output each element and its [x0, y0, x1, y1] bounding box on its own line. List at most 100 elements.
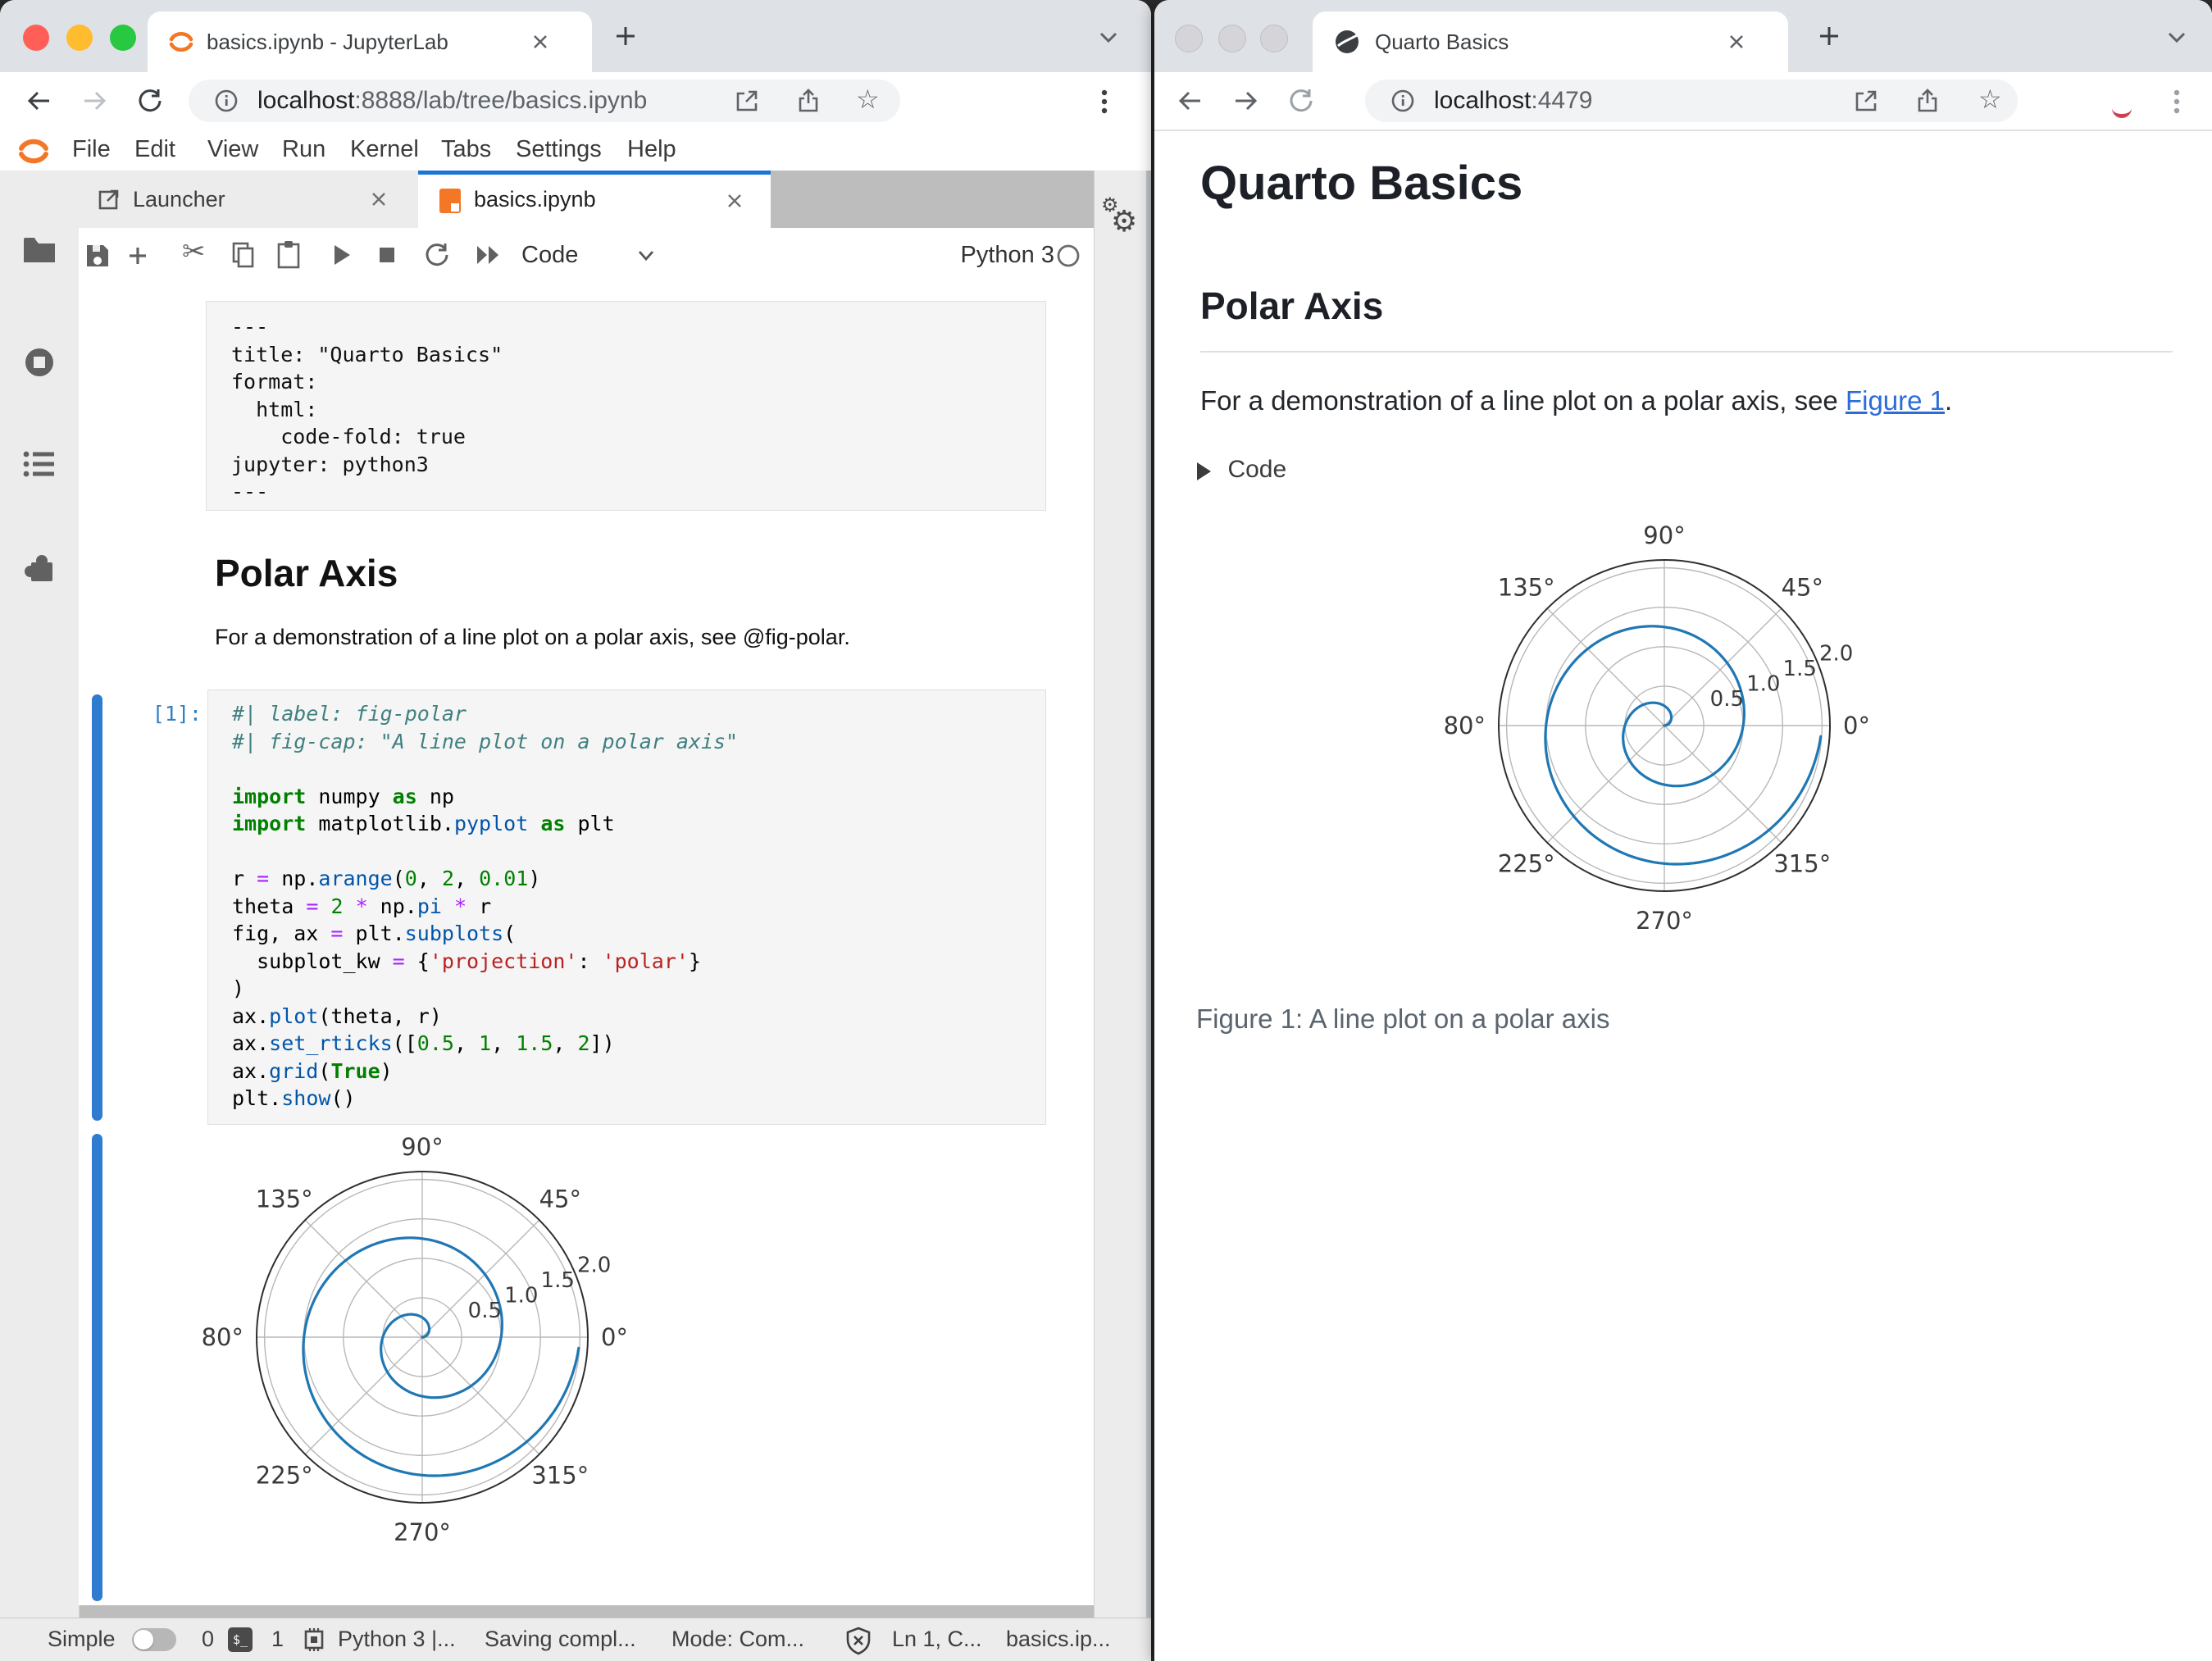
- add-cell-icon[interactable]: [125, 242, 150, 274]
- bookmark-star-icon[interactable]: ☆: [856, 84, 880, 115]
- menu-item-file[interactable]: File: [72, 130, 111, 170]
- url-host: localhost: [1434, 87, 1532, 114]
- output-cell-indicator[interactable]: [92, 1134, 102, 1601]
- property-inspector-gear-icon[interactable]: ⚙: [1111, 205, 1137, 239]
- traffic-light-minimize-button[interactable]: [66, 25, 93, 51]
- open-in-new-icon[interactable]: [735, 89, 759, 117]
- bookmark-star-icon[interactable]: ☆: [1978, 84, 2002, 115]
- open-in-new-icon[interactable]: [1854, 89, 1878, 117]
- menu-item-view[interactable]: View: [207, 130, 258, 170]
- new-tab-button[interactable]: [613, 24, 638, 52]
- figure-link[interactable]: Figure 1: [1846, 385, 1945, 416]
- menu-item-edit[interactable]: Edit: [134, 130, 175, 170]
- stop-kernel-icon[interactable]: [375, 243, 399, 271]
- window-scrollbar[interactable]: [1146, 171, 1151, 1618]
- address-bar[interactable]: localhost:8888/lab/tree/basics.ipynb ☆: [189, 80, 900, 122]
- kernel-name-label[interactable]: Python 3: [948, 228, 1054, 282]
- doc-tab-notebook[interactable]: basics.ipynb: [418, 171, 771, 232]
- jupyterlab-menubar: File Edit View Run Kernel Tabs Settings Help: [0, 130, 1151, 171]
- traffic-light-close-button[interactable]: [1175, 25, 1203, 52]
- svg-text:45°: 45°: [539, 1185, 581, 1213]
- menu-item-kernel[interactable]: Kernel: [350, 130, 419, 170]
- file-browser-icon[interactable]: [21, 234, 57, 270]
- tab-close-icon[interactable]: [531, 33, 549, 55]
- restart-kernel-icon[interactable]: [423, 241, 451, 273]
- cell-type-dropdown[interactable]: Code: [521, 228, 578, 282]
- tab-search-chevron-icon[interactable]: [2165, 30, 2188, 50]
- raw-yaml-cell[interactable]: --- title: "Quarto Basics" format: html: c…: [206, 301, 1046, 511]
- code-lines: #| label: fig-polar #| fig-cap: "A line p…: [232, 702, 739, 1110]
- copy-cell-icon[interactable]: [230, 240, 257, 274]
- restart-run-all-icon[interactable]: [474, 241, 503, 273]
- notebook-output-plot: 0° 45° 90° 135° 180° 225° 270° 315° 0.51.01.52.0: [186, 1116, 644, 1559]
- running-kernels-icon[interactable]: [21, 344, 57, 385]
- right-sidebar-strip: ⚙ ⚙: [1094, 171, 1147, 1618]
- tab-search-chevron-icon[interactable]: [1097, 30, 1120, 50]
- extensions-puzzle-icon[interactable]: [21, 549, 57, 589]
- line-col-status[interactable]: Ln 1, C...: [892, 1618, 982, 1660]
- doc-tab-launcher[interactable]: Launcher: [79, 171, 419, 228]
- svg-text:2.0: 2.0: [1819, 642, 1853, 667]
- cell-type-chevron-icon[interactable]: [636, 249, 656, 266]
- svg-text:315°: 315°: [1773, 849, 1831, 877]
- browser-menu-dots-icon[interactable]: [2171, 88, 2182, 120]
- kernel-status-icon[interactable]: [1056, 243, 1081, 272]
- reload-icon[interactable]: [136, 87, 164, 119]
- code-cell[interactable]: #| label: fig-polar #| fig-cap: "A line p…: [207, 689, 1046, 1125]
- run-cell-icon[interactable]: [329, 241, 353, 273]
- code-toggle-label: Code: [1227, 456, 1287, 483]
- notebook-toolbar: ✂ Code Python 3: [79, 228, 1095, 285]
- svg-text:315°: 315°: [531, 1461, 589, 1489]
- kernel-status-text[interactable]: Python 3 |...: [338, 1618, 456, 1660]
- terminals-count[interactable]: 0: [202, 1618, 214, 1660]
- mode-status[interactable]: Mode: Com...: [671, 1618, 804, 1660]
- notebook-file-icon: [438, 187, 462, 219]
- share-icon[interactable]: [796, 89, 821, 117]
- save-icon[interactable]: [84, 242, 112, 274]
- traffic-light-minimize-button[interactable]: [1218, 25, 1246, 52]
- browser-menu-dots-icon[interactable]: [1099, 88, 1110, 120]
- forward-icon[interactable]: [1231, 87, 1259, 119]
- forward-icon[interactable]: [80, 87, 108, 119]
- table-of-contents-icon[interactable]: [21, 448, 57, 485]
- accessibility-shield-icon[interactable]: [844, 1626, 872, 1659]
- new-tab-button[interactable]: [1817, 24, 1841, 52]
- tab-close-icon[interactable]: [1727, 33, 1745, 55]
- cut-cell-icon[interactable]: ✂: [182, 235, 206, 268]
- back-icon[interactable]: [25, 87, 53, 119]
- browser-tab-quarto[interactable]: Quarto Basics: [1313, 11, 1788, 72]
- launcher-icon: [97, 187, 121, 216]
- simple-mode-toggle[interactable]: [132, 1628, 176, 1651]
- paste-cell-icon[interactable]: [275, 239, 302, 275]
- menu-item-help[interactable]: Help: [627, 130, 676, 170]
- jupyterlab-statusbar: Simple 0 $_ 1 Python 3 |... Saving compl…: [0, 1618, 1151, 1661]
- tab-close-icon[interactable]: [371, 191, 387, 212]
- traffic-light-zoom-button[interactable]: [110, 25, 136, 51]
- back-icon[interactable]: [1177, 87, 1204, 119]
- notebook-content: --- title: "Quarto Basics" format: html: c…: [79, 284, 1095, 1605]
- traffic-light-zoom-button[interactable]: [1260, 25, 1288, 52]
- svg-text:135°: 135°: [1498, 574, 1555, 602]
- code-disclosure[interactable]: Code: [1197, 456, 1286, 485]
- browser-tab-jupyterlab[interactable]: basics.ipynb - JupyterLab: [148, 11, 592, 72]
- reload-icon[interactable]: [1287, 87, 1315, 119]
- body-paragraph: For a demonstration of a line plot on a …: [1200, 385, 1952, 416]
- site-info-icon[interactable]: [1390, 88, 1416, 118]
- traffic-light-close-button[interactable]: [23, 25, 49, 51]
- kernels-count[interactable]: 1: [271, 1618, 284, 1660]
- active-cell-indicator[interactable]: [92, 694, 102, 1121]
- svg-text:1.5: 1.5: [1783, 657, 1817, 681]
- page-title: Quarto Basics: [1200, 157, 1523, 210]
- share-icon[interactable]: [1915, 89, 1940, 117]
- menu-item-tabs[interactable]: Tabs: [441, 130, 491, 170]
- browser-tabstrip-left: basics.ipynb - JupyterLab: [0, 0, 1151, 72]
- terminal-icon: $_: [228, 1627, 253, 1652]
- tab-close-icon[interactable]: [726, 193, 743, 213]
- profile-avatar-indicator[interactable]: [2112, 106, 2132, 118]
- menu-item-settings[interactable]: Settings: [516, 130, 602, 170]
- menu-item-run[interactable]: Run: [282, 130, 325, 170]
- site-info-icon[interactable]: [213, 88, 239, 118]
- address-bar[interactable]: localhost:4479 ☆: [1365, 80, 2018, 122]
- svg-text:0.5: 0.5: [468, 1299, 502, 1323]
- quarto-favicon-icon: [1334, 29, 1360, 59]
